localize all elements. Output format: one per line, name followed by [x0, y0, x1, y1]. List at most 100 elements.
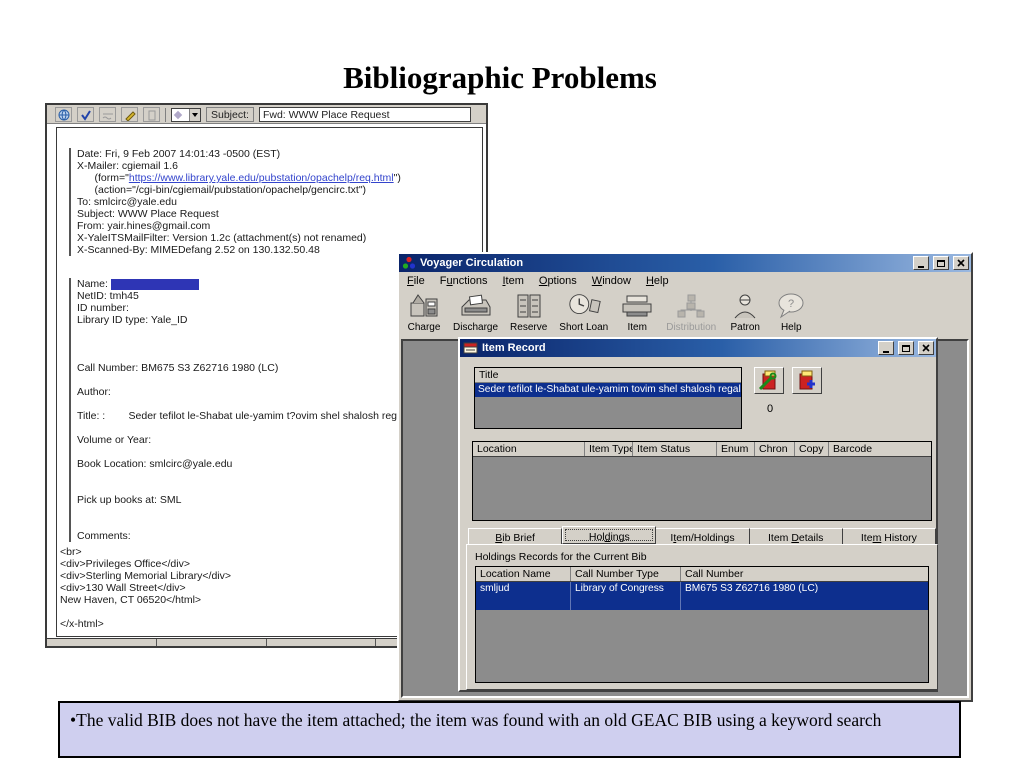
discharge-button[interactable]: Discharge: [451, 290, 500, 334]
clip-icon: [148, 110, 155, 120]
distribution-label: Distribution: [666, 322, 717, 333]
tab-item-holdings[interactable]: Item/Holdings: [656, 528, 750, 544]
update-item-button[interactable]: [754, 367, 784, 394]
toolbar-separator: [165, 108, 166, 122]
item-button[interactable]: Item: [618, 290, 656, 334]
checkmark-icon: [80, 109, 91, 121]
maximize-button[interactable]: [933, 256, 949, 270]
maximize-icon: [937, 259, 945, 267]
menu-help[interactable]: Help: [646, 275, 669, 287]
attach-icon[interactable]: [143, 107, 160, 122]
menu-file[interactable]: File: [407, 275, 425, 287]
menu-functions[interactable]: Functions: [440, 275, 488, 287]
col-enum: Enum: [717, 442, 755, 456]
dropdown-arrow-button[interactable]: [189, 109, 200, 121]
help-button[interactable]: ? Help: [772, 290, 810, 334]
item-record-window: Item Record Title Seder tefilot le-Shaba…: [458, 337, 938, 692]
ir-minimize-button[interactable]: [878, 341, 894, 355]
redacted-name: [110, 278, 199, 290]
title-listbox[interactable]: Title Seder tefilot le-Shabat ule-yamim …: [474, 367, 742, 429]
selected-title-row[interactable]: Seder tefilot le-Shabat ule-yamim tovim …: [475, 383, 741, 397]
cell-location-name: smljud: [476, 582, 571, 610]
patron-label: Patron: [730, 322, 760, 333]
distribution-button: Distribution: [664, 290, 718, 334]
email-line: X-YaleITSMailFilter: Version 1.2c (attac…: [77, 232, 367, 244]
menu-item[interactable]: Item: [502, 275, 523, 287]
add-item-button[interactable]: [792, 367, 822, 394]
strip-cell: [267, 639, 377, 646]
tab-item-history[interactable]: Item History: [842, 528, 937, 544]
slide: Bibliographic Problems Subject: Fwd: WWW…: [0, 0, 1024, 768]
item-location-table[interactable]: Location Item Type Item Status Enum Chro…: [472, 441, 932, 521]
flag-icon: [173, 110, 183, 120]
minimize-button[interactable]: [913, 256, 929, 270]
priority-dropdown[interactable]: [171, 108, 201, 122]
item-record-client: Title Seder tefilot le-Shabat ule-yamim …: [462, 359, 938, 690]
email-line: X-Mailer: cgiemail 1.6: [77, 160, 178, 172]
menu-options[interactable]: Options: [539, 275, 577, 287]
reserve-button[interactable]: Reserve: [508, 290, 549, 334]
col-item-type: Item Type: [585, 442, 633, 456]
reserve-icon: [512, 291, 546, 321]
help-label: Help: [780, 322, 802, 333]
send-icon[interactable]: [55, 107, 72, 122]
holdings-table[interactable]: Location Name Call Number Type Call Numb…: [475, 566, 929, 683]
tab-holdings[interactable]: Holdings: [562, 526, 657, 544]
email-line: Subject: WWW Place Request: [77, 208, 219, 220]
item-icon: [620, 291, 654, 321]
item-record-titlebar[interactable]: Item Record: [460, 339, 936, 357]
slide-caption: •The valid BIB does not have the item at…: [58, 701, 961, 758]
email-line: To: smlcirc@yale.edu: [77, 196, 177, 208]
charge-icon: [407, 291, 441, 321]
col-location-name: Location Name: [476, 567, 571, 581]
col-call-number-type: Call Number Type: [571, 567, 681, 581]
name-label: Name:: [77, 278, 108, 290]
spellcheck-icon[interactable]: [99, 107, 116, 122]
subject-input[interactable]: Fwd: WWW Place Request: [258, 107, 471, 122]
help-icon: ?: [774, 291, 808, 321]
voyager-menubar: File Functions Item Options Window Help: [399, 272, 971, 289]
minimize-icon: [918, 265, 924, 268]
charge-label: Charge: [407, 322, 441, 333]
discharge-label: Discharge: [453, 322, 499, 333]
short-loan-icon: [567, 291, 601, 321]
close-icon: [922, 344, 930, 352]
minimize-icon: [883, 350, 889, 353]
squiggle-icon: [102, 113, 113, 119]
item-count: 0: [766, 403, 774, 415]
ir-close-button[interactable]: [918, 341, 934, 355]
ir-maximize-button[interactable]: [898, 341, 914, 355]
item-label: Item: [627, 322, 647, 333]
voyager-titlebar[interactable]: Voyager Circulation: [399, 254, 971, 272]
menu-window[interactable]: Window: [592, 275, 631, 287]
signature-pen-icon[interactable]: [121, 107, 138, 122]
patron-icon: [728, 291, 762, 321]
tab-bib-brief[interactable]: Bib Brief: [468, 528, 563, 544]
item-record-window-title: Item Record: [482, 342, 546, 354]
email-line: Date: Fri, 9 Feb 2007 14:01:43 -0500 (ES…: [77, 148, 281, 160]
voyager-window-title: Voyager Circulation: [420, 257, 524, 269]
book-wrench-icon: [758, 370, 777, 391]
form-prefix: (form=": [77, 172, 129, 184]
col-copy: Copy: [795, 442, 829, 456]
close-button[interactable]: [953, 256, 969, 270]
patron-button[interactable]: Patron: [726, 290, 764, 334]
holdings-tab-page: Holdings Records for the Current Bib Loc…: [466, 544, 938, 690]
request-form-link[interactable]: https://www.library.yale.edu/pubstation/…: [129, 172, 394, 184]
col-item-status: Item Status: [633, 442, 717, 456]
check-spelling-icon[interactable]: [77, 107, 94, 122]
distribution-icon: [674, 291, 708, 321]
holdings-row-selected[interactable]: smljud Library of Congress BM675 S3 Z627…: [476, 582, 928, 610]
item-record-tabs: Bib Brief Holdings Item/Holdings Item De…: [468, 526, 937, 544]
reserve-label: Reserve: [510, 322, 548, 333]
cell-call-number-type: Library of Congress: [571, 582, 681, 610]
pen-icon: [124, 110, 136, 121]
svg-text:?: ?: [788, 298, 794, 310]
discharge-icon: [459, 291, 493, 321]
short-loan-button[interactable]: Short Loan: [557, 290, 610, 334]
strip-cell: [47, 639, 157, 646]
tab-item-details[interactable]: Item Details: [749, 528, 843, 544]
globe-icon: [58, 109, 69, 120]
form-suffix: "): [393, 172, 401, 184]
charge-button[interactable]: Charge: [405, 290, 443, 334]
